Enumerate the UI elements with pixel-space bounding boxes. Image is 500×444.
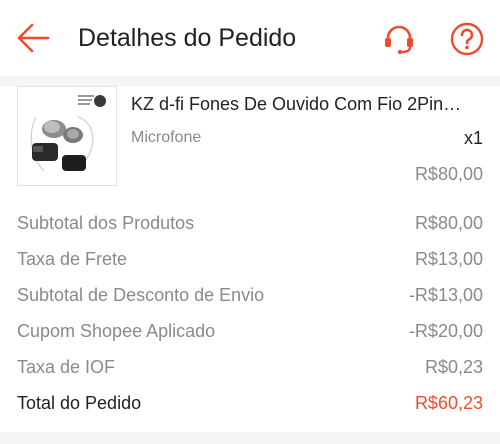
summary-row: Subtotal dos Produtos R$80,00 (17, 208, 483, 238)
summary-label: Subtotal dos Produtos (17, 213, 195, 233)
question-circle-icon (450, 22, 484, 56)
summary-value: -R$20,00 (408, 321, 483, 341)
back-button[interactable] (14, 18, 54, 58)
summary-row: Taxa de IOF R$0,23 (17, 352, 483, 382)
app-header: Detalhes do Pedido (0, 0, 500, 76)
product-price: R$80,00 (414, 164, 483, 184)
section-divider-bottom (0, 432, 500, 444)
product-variant: Microfone (131, 129, 202, 146)
order-total-value: R$60,23 (414, 393, 483, 413)
product-name: KZ d-fi Fones De Ouvido Com Fio 2Pin… (131, 94, 462, 114)
summary-value: R$80,00 (414, 213, 483, 233)
help-button[interactable] (448, 20, 486, 58)
headset-icon (385, 25, 413, 55)
product-quantity: x1 (463, 128, 483, 148)
summary-value: -R$13,00 (408, 285, 483, 305)
summary-label: Taxa de IOF (17, 357, 116, 377)
product-thumbnail[interactable] (17, 86, 117, 186)
summary-label: Taxa de Frete (17, 249, 128, 269)
summary-label: Cupom Shopee Aplicado (17, 321, 216, 341)
product-item[interactable]: KZ d-fi Fones De Ouvido Com Fio 2Pin… Mi… (0, 86, 500, 194)
summary-value: R$13,00 (414, 249, 483, 269)
summary-row: Taxa de Frete R$13,00 (17, 244, 483, 274)
page-title: Detalhes do Pedido (78, 24, 297, 52)
summary-row: Subtotal de Desconto de Envio -R$13,00 (17, 280, 483, 310)
order-total-row: Total do Pedido R$60,23 (17, 388, 483, 418)
arrow-left-icon (17, 23, 50, 53)
summary-row: Cupom Shopee Aplicado -R$20,00 (17, 316, 483, 346)
section-divider (0, 76, 500, 86)
summary-value: R$0,23 (424, 357, 483, 377)
summary-label: Subtotal de Desconto de Envio (17, 285, 265, 305)
support-button[interactable] (380, 20, 418, 58)
order-total-label: Total do Pedido (17, 393, 142, 413)
earphones-image (18, 87, 116, 185)
